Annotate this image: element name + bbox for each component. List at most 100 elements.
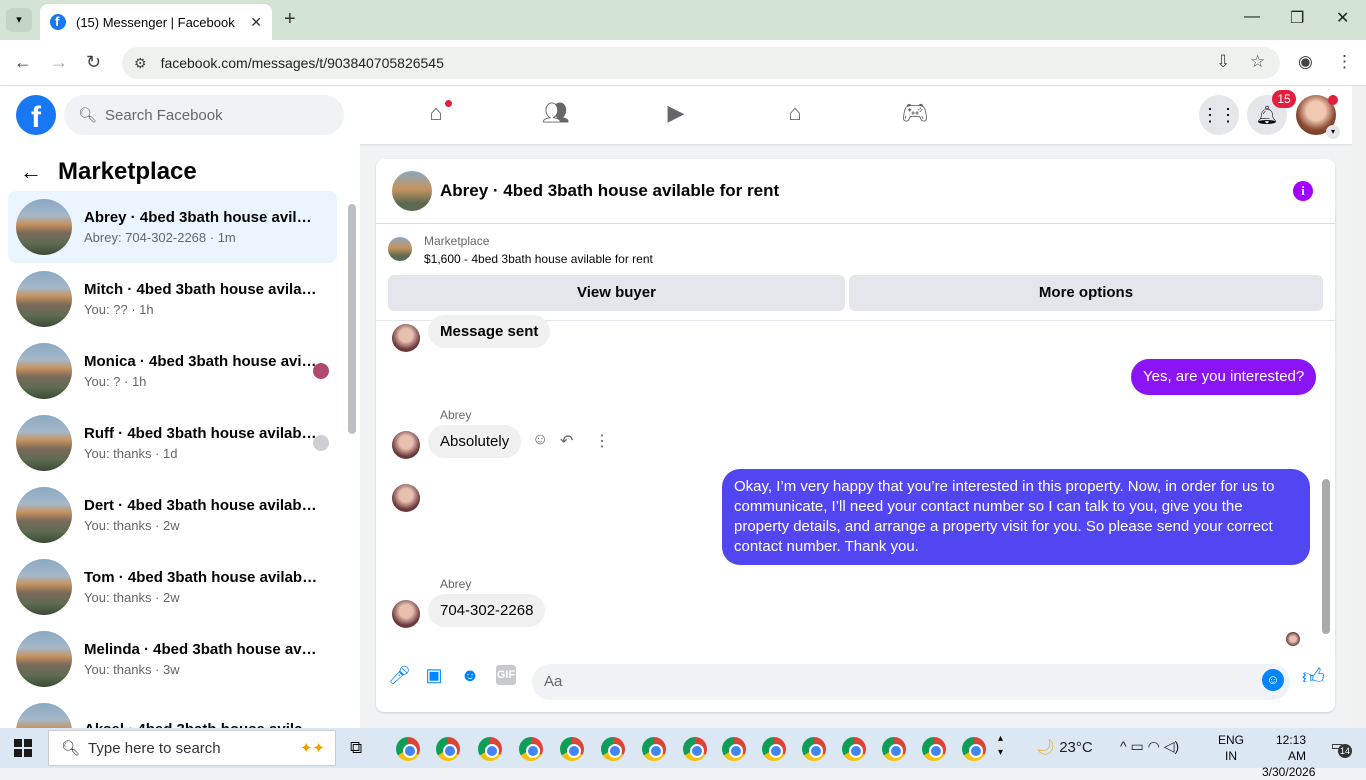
conversation-preview: You: thanks · 3w — [84, 662, 180, 677]
reload-icon[interactable]: ↻ — [86, 52, 101, 73]
thumbs-up-icon[interactable]: 👍︎ — [1302, 663, 1325, 690]
chrome-icon[interactable] — [478, 737, 502, 761]
browser-tab-strip: ▾ (15) Messenger | Facebook ✕ + — ❐ ✕ — [0, 0, 1366, 40]
conversation-item[interactable]: Melinda · 4bed 3bath house avilable for … — [8, 623, 337, 695]
react-emoji-icon[interactable]: ☺ — [532, 431, 548, 449]
account-avatar[interactable]: ▾ — [1296, 95, 1340, 139]
battery-icon[interactable]: ▭ — [1130, 738, 1143, 754]
profile-icon[interactable]: ◉ — [1298, 52, 1313, 72]
install-app-icon[interactable]: ⇩ — [1216, 52, 1230, 72]
view-buyer-button[interactable]: View buyer — [388, 275, 845, 311]
microphone-icon[interactable]: 🎤︎ — [388, 665, 411, 685]
back-arrow-icon[interactable]: ← — [14, 52, 32, 73]
message-bubble-out[interactable]: Yes, are you interested? — [1131, 359, 1317, 395]
task-view-icon[interactable]: ⧉ — [350, 738, 362, 758]
chrome-icon[interactable] — [396, 737, 420, 761]
chrome-icon[interactable] — [962, 737, 986, 761]
info-icon[interactable]: i — [1293, 181, 1313, 201]
panel-title: Marketplace — [58, 158, 197, 185]
menu-grid-icon[interactable]: ⋮⋮ — [1199, 95, 1239, 135]
conversation-item[interactable]: Monica · 4bed 3bath house avilable for r… — [8, 335, 337, 407]
address-bar[interactable]: ⚙ facebook.com/messages/t/90384070582654… — [122, 47, 1280, 79]
chrome-icon[interactable] — [882, 737, 906, 761]
listing-price-title[interactable]: $1,600 - 4bed 3bath house avilable for r… — [424, 252, 653, 266]
chrome-icon[interactable] — [842, 737, 866, 761]
message-bubble-in[interactable]: Absolutely — [428, 425, 522, 458]
conversation-preview: You: thanks · 2w — [84, 518, 180, 533]
bookmark-star-icon[interactable]: ☆ — [1250, 52, 1265, 72]
message-input[interactable]: Aa — [532, 664, 1290, 700]
clock[interactable]: 12:13 AM 3/30/2026 — [1262, 732, 1316, 780]
video-icon[interactable]: ▶ — [661, 100, 691, 130]
taskbar-search-placeholder: Type here to search — [88, 739, 221, 757]
chrome-icon[interactable] — [601, 737, 625, 761]
windows-start-icon[interactable] — [14, 739, 32, 757]
marketplace-conversations-panel: ← Marketplace Abrey · 4bed 3bath house a… — [0, 144, 360, 759]
photo-icon[interactable]: ▣ — [424, 665, 444, 685]
message-bubble-out[interactable]: Okay, I’m very happy that you’re interes… — [722, 469, 1310, 565]
gaming-icon[interactable]: 🎮︎ — [900, 100, 930, 130]
gif-icon[interactable]: GIF — [496, 665, 516, 685]
conversation-name: Abrey · 4bed 3bath house avilable for re… — [84, 209, 319, 226]
chrome-icon[interactable] — [436, 737, 460, 761]
sender-avatar — [392, 484, 420, 512]
emoji-icon[interactable]: ☺ — [1262, 669, 1284, 691]
chat-listing-thumbnail[interactable] — [392, 171, 432, 211]
conversation-item[interactable]: Mitch · 4bed 3bath house avilable for re… — [8, 263, 337, 335]
wifi-icon[interactable]: ◠ — [1148, 738, 1160, 754]
browser-tab-active[interactable]: (15) Messenger | Facebook ✕ — [40, 4, 272, 40]
new-tab-button[interactable]: + — [284, 8, 296, 31]
language-indicator[interactable]: ENG IN — [1218, 732, 1244, 764]
taskbar-overflow-chevron-icon[interactable]: ▴ ▾ — [998, 732, 1003, 760]
conversation-preview: You: ?? · 1h — [84, 302, 154, 317]
chrome-icon[interactable] — [683, 737, 707, 761]
conversation-list-scrollbar[interactable] — [345, 194, 359, 724]
message-scrollbar[interactable] — [1319, 324, 1333, 649]
site-info-icon[interactable]: ⚙ — [134, 55, 147, 72]
chrome-icon[interactable] — [802, 737, 826, 761]
forward-arrow-icon[interactable]: → — [50, 52, 68, 73]
facebook-logo-icon[interactable]: f — [16, 95, 56, 135]
browser-menu-icon[interactable]: ⋮ — [1336, 52, 1353, 72]
notification-center-icon[interactable]: ▭ 14 — [1326, 738, 1352, 758]
reply-icon[interactable]: ↶ — [560, 431, 573, 451]
conversation-item[interactable]: Tom · 4bed 3bath house avilable for rent… — [8, 551, 337, 623]
back-arrow-icon[interactable]: ← — [20, 159, 42, 185]
conversation-name: Tom · 4bed 3bath house avilable for rent — [84, 569, 319, 586]
weather-widget[interactable]: 🌙︎ 23°C — [1036, 738, 1093, 756]
conversation-item[interactable]: Abrey · 4bed 3bath house avilable for re… — [8, 191, 337, 263]
chrome-icon[interactable] — [560, 737, 584, 761]
window-close-button[interactable]: ✕ — [1336, 8, 1349, 28]
show-hidden-icons-icon[interactable]: ^ — [1120, 738, 1127, 754]
message-bubble-in[interactable]: Message sent — [428, 315, 551, 348]
listing-thumbnail — [16, 487, 72, 543]
chrome-icon[interactable] — [922, 737, 946, 761]
message-bubble-in[interactable]: 704-302-2268 — [428, 594, 546, 627]
search-input[interactable]: 🔍︎ Search Facebook — [64, 95, 344, 135]
chrome-icon[interactable] — [642, 737, 666, 761]
conversation-item[interactable]: Ruff · 4bed 3bath house avilable for ren… — [8, 407, 337, 479]
tab-search-button[interactable]: ▾ — [6, 8, 32, 32]
chrome-icon[interactable] — [722, 737, 746, 761]
chrome-icon[interactable] — [762, 737, 786, 761]
conversation-item[interactable]: Dert · 4bed 3bath house avilable for ren… — [8, 479, 337, 551]
tab-close-icon[interactable]: ✕ — [250, 14, 262, 31]
more-options-button[interactable]: More options — [849, 275, 1323, 311]
maximize-button[interactable]: ❐ — [1290, 8, 1304, 28]
page-scrollbar[interactable] — [1352, 86, 1366, 728]
marketplace-icon[interactable]: ⌂ — [780, 100, 810, 130]
chrome-icon[interactable] — [519, 737, 543, 761]
sender-name: Abrey — [440, 408, 472, 422]
taskbar-search-input[interactable]: 🔍︎ Type here to search ✦✦ — [48, 730, 336, 766]
scrollbar-thumb[interactable] — [1322, 479, 1330, 634]
more-actions-icon[interactable]: ⋮ — [594, 431, 610, 451]
sticker-icon[interactable]: ☻ — [460, 665, 480, 685]
volume-icon[interactable]: ◁) — [1164, 738, 1179, 754]
chevron-down-icon[interactable]: ▾ — [1326, 125, 1340, 139]
scrollbar-thumb[interactable] — [348, 204, 356, 434]
clock-date: 3/30/2026 — [1262, 765, 1316, 779]
friends-icon[interactable]: 👥︎ — [541, 100, 571, 130]
chat-title[interactable]: Abrey · 4bed 3bath house avilable for re… — [440, 181, 779, 201]
clock-time: 12:13 AM — [1275, 733, 1306, 763]
minimize-button[interactable]: — — [1244, 8, 1260, 26]
